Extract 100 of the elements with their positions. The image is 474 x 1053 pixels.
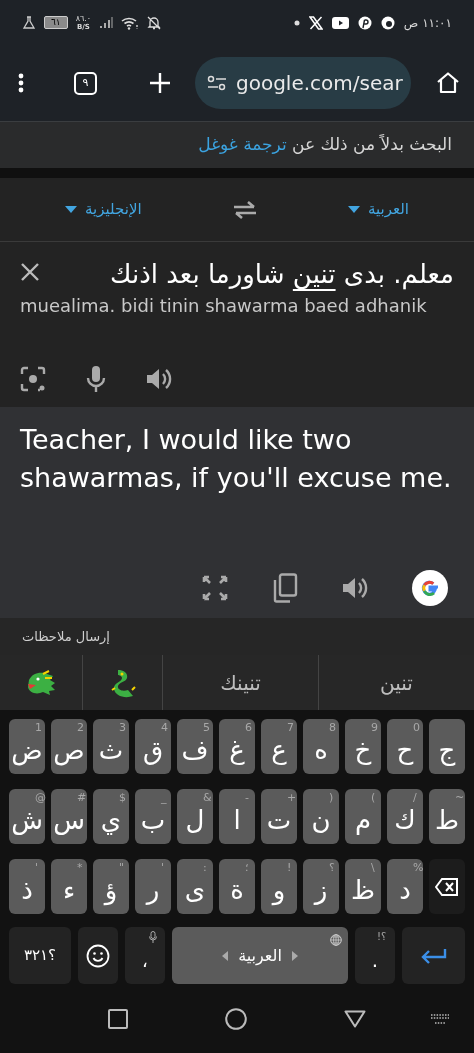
send-feedback-link[interactable]: إرسال ملاحظات <box>22 626 110 647</box>
home-icon[interactable] <box>436 72 460 94</box>
key-hint: ~ <box>455 791 465 805</box>
key-hint: ) <box>371 791 376 805</box>
symbols-key[interactable]: ؟٣٢١ <box>9 927 71 984</box>
key-hint: ! <box>287 861 292 875</box>
keyboard-key[interactable]: ب _ <box>135 789 171 844</box>
smiley-icon <box>86 943 110 968</box>
home-button-icon[interactable] <box>225 1007 247 1030</box>
backspace-icon <box>435 877 459 896</box>
muted-bell-icon <box>147 15 162 30</box>
keyboard-key[interactable]: ي $ <box>93 789 129 844</box>
speaker-icon[interactable] <box>146 367 172 391</box>
key-hint: 4 <box>161 721 168 735</box>
pin-logo-icon <box>357 15 372 30</box>
key-hint: 9 <box>371 721 378 735</box>
swap-languages-icon[interactable] <box>231 199 258 220</box>
right-arrow-icon <box>291 950 298 961</box>
keyboard-key[interactable]: ؤ " <box>93 859 129 914</box>
google-logo-icon[interactable] <box>412 570 448 606</box>
network-speed: ٨٦.٠ <box>75 14 92 23</box>
keyboard-key[interactable]: و ! <box>261 859 297 914</box>
enter-key[interactable] <box>402 927 465 984</box>
fullscreen-icon[interactable] <box>202 575 228 601</box>
suggestion-word[interactable]: تنين <box>380 667 413 698</box>
flask-icon <box>22 15 36 30</box>
keyboard-key[interactable]: ظ \ <box>345 859 381 914</box>
keyboard-key[interactable]: ت + <box>261 789 297 844</box>
dragon-emoji[interactable] <box>109 667 136 698</box>
translate-link[interactable]: ترجمة غوغل <box>198 134 287 155</box>
keyboard-key[interactable]: ا - <box>219 789 255 844</box>
clock-time: ١١:٠١ ص <box>403 14 452 32</box>
dragon-face-emoji[interactable] <box>25 669 57 696</box>
dropdown-caret-icon <box>347 206 360 213</box>
recent-apps-icon[interactable] <box>108 1008 129 1029</box>
back-icon[interactable] <box>343 1009 366 1028</box>
app-logo-icon <box>380 15 395 30</box>
site-settings-icon <box>207 75 227 91</box>
key-hint: \ <box>371 861 375 875</box>
keyboard-key[interactable]: ر ' <box>135 859 171 914</box>
language-selector[interactable]: العربية <box>347 198 409 221</box>
address-bar[interactable]: google.com/sear <box>195 57 411 109</box>
source-text: معلم. بدى تنين شاورما بعد اذنك <box>110 258 454 292</box>
key-hint: # <box>77 791 87 805</box>
keyboard-key[interactable]: ك / <box>387 789 423 844</box>
keyboard-key[interactable]: م ) <box>345 789 381 844</box>
microphone-icon[interactable] <box>86 365 106 393</box>
key-hint: - <box>245 791 249 805</box>
microphone-icon <box>149 931 157 943</box>
key-hint: ؛ <box>245 861 249 875</box>
key-hint: " <box>119 861 125 875</box>
keyboard-key[interactable]: ج <box>429 719 465 774</box>
key-hint: 2 <box>77 721 84 735</box>
key-hint: 6 <box>245 721 252 735</box>
left-arrow-icon <box>222 950 229 961</box>
keyboard-key[interactable]: د % <box>387 859 423 914</box>
speaker-icon[interactable] <box>342 576 368 600</box>
new-tab-icon[interactable] <box>149 72 171 94</box>
key-hint: * <box>77 861 83 875</box>
menu-icon[interactable] <box>18 73 24 93</box>
key-hint: / <box>413 791 417 805</box>
battery-indicator: ٦١ <box>44 16 68 29</box>
comma-key[interactable]: ، <box>125 927 165 984</box>
translation-text: Teacher, I would like two shawarmas, if you'll excuse me. <box>20 423 453 495</box>
x-logo-icon <box>308 15 323 30</box>
key-hint: 7 <box>287 721 294 735</box>
dropdown-caret-icon <box>65 206 78 213</box>
period-key[interactable]: . ؟! <box>355 927 395 984</box>
keyboard-key[interactable]: ن ( <box>303 789 339 844</box>
key-hint: ' <box>35 861 39 875</box>
keyboard-key[interactable]: ل & <box>177 789 213 844</box>
copy-icon[interactable] <box>272 573 298 603</box>
emoji-key[interactable] <box>78 927 118 984</box>
key-hint: % <box>413 861 424 875</box>
keyboard-key[interactable]: ز ؟ <box>303 859 339 914</box>
key-hint: ؟ <box>329 861 335 875</box>
keyboard-key[interactable]: ة ؛ <box>219 859 255 914</box>
backspace-key[interactable] <box>429 859 465 914</box>
camera-lens-icon[interactable] <box>20 366 46 392</box>
space-key[interactable]: العربية <box>172 927 348 984</box>
key-hint: ' <box>161 861 165 875</box>
key-hint: & <box>203 791 212 805</box>
tab-count-button[interactable]: ٩ <box>74 71 97 95</box>
key-hint: 1 <box>35 721 42 735</box>
suggestion-word[interactable]: تنينك <box>220 667 261 698</box>
keyboard-key[interactable]: ى : <box>177 859 213 914</box>
keyboard-key[interactable]: ط ~ <box>429 789 465 844</box>
globe-icon <box>330 934 342 946</box>
key-hint: ؟! <box>377 931 387 943</box>
wifi-icon <box>121 15 140 30</box>
language-selector[interactable]: الإنجليزية <box>65 198 142 221</box>
signal-icon <box>99 16 114 29</box>
keyboard-key[interactable]: س # <box>51 789 87 844</box>
keyboard-key[interactable]: ء * <box>51 859 87 914</box>
keyboard-key[interactable]: ذ ' <box>9 859 45 914</box>
keyboard-icon[interactable] <box>430 1012 450 1025</box>
close-icon[interactable] <box>20 262 40 282</box>
key-hint: + <box>287 791 297 805</box>
url-text: google.com/sear <box>236 70 403 97</box>
dot-icon <box>293 19 300 26</box>
